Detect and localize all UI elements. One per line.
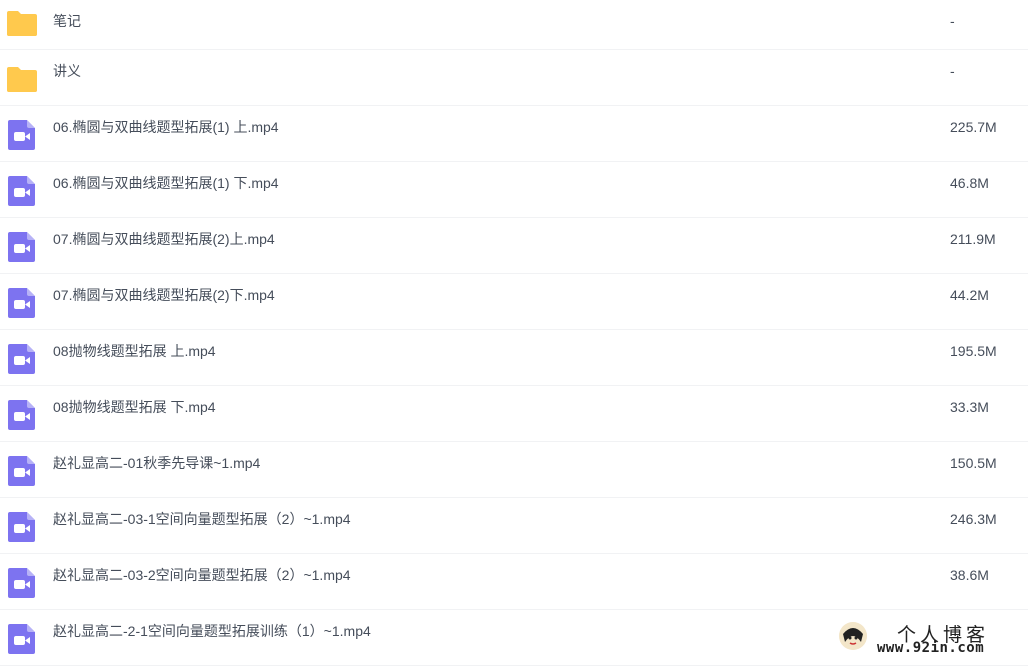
file-list: 笔记 - 讲义 - 06.椭圆与双曲线题型拓展(1) 上.mp4 225.7M 06.… — [0, 0, 1028, 666]
file-name[interactable]: 笔记 — [53, 0, 81, 56]
file-row[interactable]: 06.椭圆与双曲线题型拓展(1) 上.mp4 225.7M — [0, 106, 1028, 162]
file-size: 44.2M — [950, 287, 989, 303]
file-row[interactable]: 07.椭圆与双曲线题型拓展(2)下.mp4 44.2M — [0, 274, 1028, 330]
watermark-url: www.92in.com — [877, 640, 985, 656]
file-size: 246.3M — [950, 511, 997, 527]
video-icon — [6, 231, 38, 263]
folder-icon — [6, 7, 38, 39]
folder-icon — [6, 63, 38, 95]
video-icon — [6, 175, 38, 207]
file-size: 211.9M — [950, 231, 996, 247]
file-name[interactable]: 赵礼显高二-01秋季先导课~1.mp4 — [53, 442, 260, 498]
file-name[interactable]: 赵礼显高二-03-1空间向量题型拓展（2）~1.mp4 — [53, 498, 351, 554]
file-row[interactable]: 赵礼显高二-03-1空间向量题型拓展（2）~1.mp4 246.3M — [0, 498, 1028, 554]
file-name[interactable]: 07.椭圆与双曲线题型拓展(2)下.mp4 — [53, 274, 275, 330]
avatar-icon — [839, 622, 867, 650]
file-row[interactable]: 06.椭圆与双曲线题型拓展(1) 下.mp4 46.8M — [0, 162, 1028, 218]
file-size: 46.8M — [950, 175, 989, 191]
video-icon — [6, 399, 38, 431]
video-icon — [6, 623, 38, 655]
file-name[interactable]: 赵礼显高二-2-1空间向量题型拓展训练（1）~1.mp4 — [53, 610, 371, 666]
video-icon — [6, 343, 38, 375]
file-name[interactable]: 06.椭圆与双曲线题型拓展(1) 下.mp4 — [53, 162, 279, 218]
file-size: - — [950, 13, 955, 29]
file-size: 38.6M — [950, 567, 989, 583]
file-row[interactable]: 07.椭圆与双曲线题型拓展(2)上.mp4 211.9M — [0, 218, 1028, 274]
file-size: 225.7M — [950, 119, 997, 135]
file-name[interactable]: 讲义 — [53, 50, 81, 106]
file-name[interactable]: 06.椭圆与双曲线题型拓展(1) 上.mp4 — [53, 106, 279, 162]
video-icon — [6, 455, 38, 487]
file-size: 33.3M — [950, 399, 989, 415]
file-name[interactable]: 08抛物线题型拓展 下.mp4 — [53, 386, 216, 442]
file-size: 195.5M — [950, 343, 997, 359]
file-size: 150.5M — [950, 455, 997, 471]
file-row[interactable]: 讲义 - — [0, 50, 1028, 106]
file-name[interactable]: 07.椭圆与双曲线题型拓展(2)上.mp4 — [53, 218, 275, 274]
file-row[interactable]: 笔记 - — [0, 0, 1028, 50]
watermark: 个人博客 www.92in.com — [835, 620, 1025, 660]
file-row[interactable]: 赵礼显高二-01秋季先导课~1.mp4 150.5M — [0, 442, 1028, 498]
video-icon — [6, 511, 38, 543]
file-row[interactable]: 08抛物线题型拓展 上.mp4 195.5M — [0, 330, 1028, 386]
file-size: - — [950, 63, 955, 79]
file-row[interactable]: 08抛物线题型拓展 下.mp4 33.3M — [0, 386, 1028, 442]
file-name[interactable]: 赵礼显高二-03-2空间向量题型拓展（2）~1.mp4 — [53, 554, 351, 610]
video-icon — [6, 287, 38, 319]
video-icon — [6, 567, 38, 599]
video-icon — [6, 119, 38, 151]
file-name[interactable]: 08抛物线题型拓展 上.mp4 — [53, 330, 216, 386]
file-row[interactable]: 赵礼显高二-03-2空间向量题型拓展（2）~1.mp4 38.6M — [0, 554, 1028, 610]
